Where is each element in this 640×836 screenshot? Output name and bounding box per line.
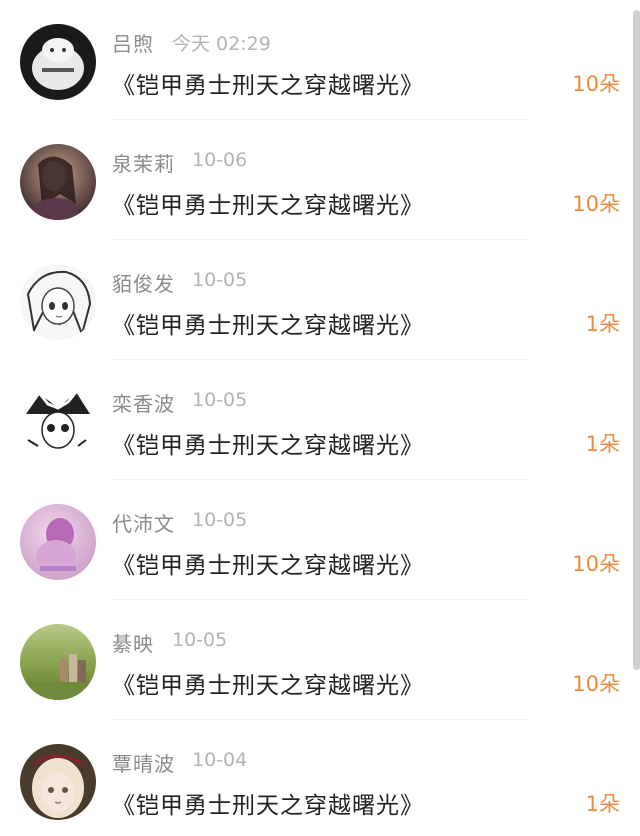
book-title[interactable]: 《铠甲勇士刑天之穿越曙光》	[112, 186, 424, 220]
gift-time: 10-05	[172, 629, 228, 651]
avatar[interactable]	[20, 744, 96, 820]
avatar-anime-girl-icon	[20, 264, 96, 340]
book-title[interactable]: 《铠甲勇士刑天之穿越曙光》	[112, 666, 424, 700]
gift-amount: 1朵	[585, 432, 620, 456]
gift-time: 10-04	[192, 749, 248, 771]
gift-time: 10-05	[192, 509, 248, 531]
avatar-doll-icon	[20, 744, 96, 820]
user-name[interactable]: 栾香波	[112, 388, 175, 417]
book-title[interactable]: 《铠甲勇士刑天之穿越曙光》	[112, 786, 424, 820]
list-item[interactable]: 代沛文 10-05 《铠甲勇士刑天之穿越曙光》 10朵	[0, 480, 640, 600]
avatar-girl-photo-icon	[20, 144, 96, 220]
list-item[interactable]: 吕煦 今天 02:29 《铠甲勇士刑天之穿越曙光》 10朵	[0, 0, 640, 120]
book-title[interactable]: 《铠甲勇士刑天之穿越曙光》	[112, 426, 424, 460]
user-name[interactable]: 貊俊发	[112, 268, 175, 297]
gift-amount: 1朵	[585, 312, 620, 336]
avatar[interactable]	[20, 264, 96, 340]
avatar[interactable]	[20, 624, 96, 700]
gift-time: 今天 02:29	[172, 33, 271, 55]
avatar-anime-jester-icon	[20, 384, 96, 460]
gift-record-list: 吕煦 今天 02:29 《铠甲勇士刑天之穿越曙光》 10朵 泉茉莉 10-06	[0, 0, 640, 836]
list-item[interactable]: 栾香波 10-05 《铠甲勇士刑天之穿越曙光》 1朵	[0, 360, 640, 480]
avatar-dog-sweater-icon	[20, 24, 96, 100]
user-name[interactable]: 泉茉莉	[112, 148, 175, 177]
book-title[interactable]: 《铠甲勇士刑天之穿越曙光》	[112, 546, 424, 580]
gift-time: 10-05	[192, 269, 248, 291]
list-item[interactable]: 貊俊发 10-05 《铠甲勇士刑天之穿越曙光》 1朵	[0, 240, 640, 360]
list-item[interactable]: 覃晴波 10-04 《铠甲勇士刑天之穿越曙光》 1朵	[0, 720, 640, 836]
list-item[interactable]: 綦映 10-05 《铠甲勇士刑天之穿越曙光》 10朵	[0, 600, 640, 720]
gift-time: 10-05	[192, 389, 248, 411]
avatar-purple-girl-icon	[20, 504, 96, 580]
gift-amount: 1朵	[585, 792, 620, 816]
list-item[interactable]: 泉茉莉 10-06 《铠甲勇士刑天之穿越曙光》 10朵	[0, 120, 640, 240]
scrollbar[interactable]	[633, 10, 640, 670]
book-title[interactable]: 《铠甲勇士刑天之穿越曙光》	[112, 66, 424, 100]
gift-amount: 10朵	[572, 192, 620, 216]
avatar-field-books-icon	[20, 624, 96, 700]
avatar[interactable]	[20, 504, 96, 580]
user-name[interactable]: 綦映	[112, 628, 154, 657]
avatar[interactable]	[20, 384, 96, 460]
gift-amount: 10朵	[572, 72, 620, 96]
user-name[interactable]: 覃晴波	[112, 748, 175, 777]
avatar[interactable]	[20, 24, 96, 100]
gift-amount: 10朵	[572, 552, 620, 576]
user-name[interactable]: 代沛文	[112, 508, 175, 537]
gift-time: 10-06	[192, 149, 248, 171]
book-title[interactable]: 《铠甲勇士刑天之穿越曙光》	[112, 306, 424, 340]
avatar[interactable]	[20, 144, 96, 220]
gift-amount: 10朵	[572, 672, 620, 696]
user-name[interactable]: 吕煦	[112, 28, 154, 57]
